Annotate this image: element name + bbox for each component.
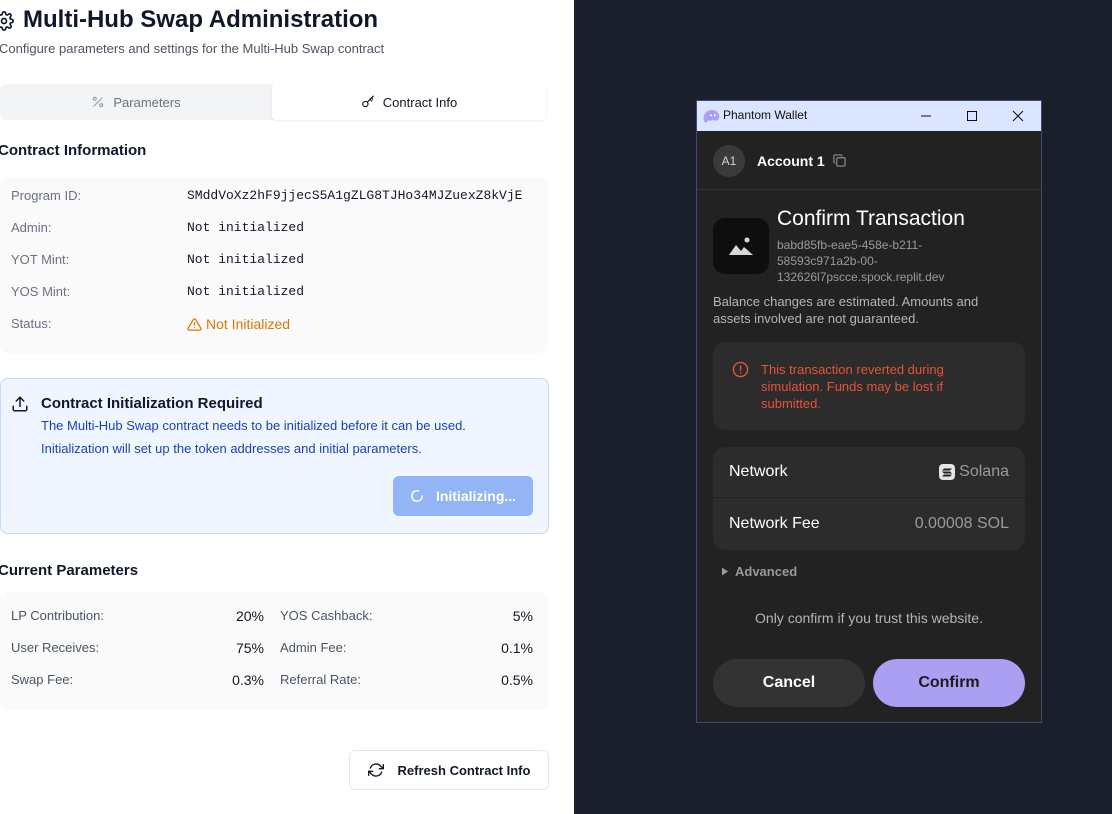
trust-notice: Only confirm if you trust this website.: [755, 610, 983, 626]
contract-info-heading: Contract Information: [0, 142, 147, 159]
percent-icon: [93, 96, 104, 108]
param-value: 5%: [512, 608, 533, 624]
info-label: Program ID:: [11, 188, 82, 203]
tab-contract-info[interactable]: Contract Info: [272, 84, 546, 120]
param-label: Admin Fee:: [280, 640, 347, 655]
param-value: 75%: [235, 640, 264, 656]
account-header: A1 Account 1: [697, 131, 1041, 190]
upload-icon: [12, 396, 28, 412]
network-fee-row: Network Fee 0.00008 SOL: [713, 499, 1025, 550]
warning-text: This transaction reverted during: [761, 362, 944, 377]
param-row: User Receives: 75%: [11, 640, 264, 660]
confirm-button[interactable]: Confirm: [873, 659, 1025, 707]
current-parameters-heading: Current Parameters: [0, 562, 139, 579]
param-label: LP Contribution:: [11, 608, 104, 623]
account-name[interactable]: Account 1: [757, 153, 825, 169]
close-button[interactable]: [995, 101, 1041, 131]
param-value: 0.3%: [232, 672, 264, 688]
network-details: Network Solana Network Fee 0.00008 SOL: [713, 447, 1025, 550]
param-value: 0.5%: [501, 672, 533, 688]
spinner-icon: [410, 490, 423, 502]
param-label: Swap Fee:: [11, 672, 74, 687]
param-row: Referral Rate: 0.5%: [280, 672, 533, 692]
status-text: Not Initialized: [206, 316, 291, 332]
init-notice-title: Contract Initialization Required: [41, 395, 263, 412]
init-notice-text: Initialization will set up the token add…: [41, 441, 422, 456]
maximize-button[interactable]: [949, 101, 995, 131]
param-label: Referral Rate:: [280, 672, 361, 687]
current-parameters-card: LP Contribution: 20% User Receives: 75% …: [0, 592, 548, 710]
page-subtitle: Configure parameters and settings for th…: [0, 41, 385, 56]
phantom-wallet-window: Phantom Wallet A1 Account 1 Confirm Tran…: [696, 100, 1042, 723]
program-id-value: SMddVoXz2hF9jjecS5A1gZLG8TJHo34MJZuexZ8k…: [187, 188, 523, 203]
network-value: Solana: [939, 463, 1009, 481]
param-value: 0.1%: [501, 640, 533, 656]
initialization-notice: Contract Initialization Required The Mul…: [0, 378, 549, 534]
balance-notice: assets involved are not guaranteed.: [713, 311, 919, 326]
network-fee-label: Network Fee: [729, 515, 820, 532]
close-icon: [1012, 110, 1024, 122]
origin-url: 132626l7pscce.spock.replit.dev: [777, 270, 945, 284]
window-titlebar[interactable]: Phantom Wallet: [697, 101, 1041, 131]
balance-notice: Balance changes are estimated. Amounts a…: [713, 294, 979, 309]
network-name: Solana: [959, 463, 1009, 480]
yot-mint-value: Not initialized: [187, 252, 305, 267]
dapp-image-icon: [713, 218, 769, 274]
page-title: Multi-Hub Swap Administration: [23, 6, 379, 33]
param-row: Admin Fee: 0.1%: [280, 640, 533, 660]
caret-right-icon: [722, 567, 728, 576]
param-row: Swap Fee: 0.3%: [11, 672, 264, 692]
param-label: User Receives:: [11, 640, 100, 655]
warning-text: submitted.: [761, 396, 821, 411]
info-label: YOT Mint:: [11, 252, 70, 267]
avatar[interactable]: A1: [713, 145, 745, 177]
initialize-button[interactable]: Initializing...: [393, 476, 533, 516]
warning-text: simulation. Funds may be lost if: [761, 379, 944, 394]
refresh-icon: [367, 763, 384, 777]
cancel-button[interactable]: Cancel: [713, 659, 865, 707]
tab-contract-info-label: Contract Info: [382, 94, 458, 110]
image-icon: [729, 237, 753, 255]
yos-mint-value: Not initialized: [187, 284, 305, 299]
copy-icon[interactable]: [833, 154, 846, 167]
advanced-toggle[interactable]: Advanced: [721, 564, 797, 579]
init-notice-text: The Multi-Hub Swap contract needs to be …: [41, 418, 466, 433]
tab-parameters[interactable]: Parameters: [0, 84, 272, 120]
simulation-warning: This transaction reverted during simulat…: [713, 342, 1025, 430]
phantom-logo-icon: [703, 110, 720, 123]
param-value: 20%: [235, 608, 264, 624]
refresh-button-label: Refresh Contract Info: [397, 762, 531, 778]
param-row: YOS Cashback: 5%: [280, 608, 533, 628]
network-row: Network Solana: [713, 447, 1025, 498]
info-label: Admin:: [11, 220, 52, 235]
info-label: YOS Mint:: [11, 284, 71, 299]
tab-bar: Parameters Contract Info: [0, 84, 546, 120]
info-label: Status:: [11, 316, 52, 331]
maximize-icon: [967, 111, 977, 121]
minimize-icon: [921, 115, 931, 117]
gear-icon: [0, 11, 14, 31]
warning-triangle-icon: [187, 317, 202, 331]
param-label: YOS Cashback:: [280, 608, 373, 623]
origin-url: 58593c971a2b-00-: [777, 254, 878, 268]
network-label: Network: [729, 463, 788, 480]
admin-panel: Multi-Hub Swap Administration Configure …: [0, 0, 574, 814]
window-title: Phantom Wallet: [723, 108, 808, 122]
admin-value: Not initialized: [187, 220, 305, 235]
tab-parameters-label: Parameters: [113, 94, 181, 110]
minimize-button[interactable]: [903, 101, 949, 131]
initialize-button-label: Initializing...: [435, 488, 517, 504]
contract-info-card: Program ID: SMddVoXz2hF9jjecS5A1gZLG8TJH…: [0, 177, 548, 353]
key-icon: [361, 95, 374, 108]
confirm-transaction-heading: Confirm Transaction: [777, 207, 965, 230]
advanced-label: Advanced: [735, 564, 798, 579]
alert-circle-icon: [732, 361, 749, 378]
origin-url: babd85fb-eae5-458e-b211-: [777, 238, 923, 252]
param-row: LP Contribution: 20%: [11, 608, 264, 628]
solana-icon: [939, 464, 956, 480]
refresh-contract-info-button[interactable]: Refresh Contract Info: [349, 750, 549, 790]
network-fee-value: 0.00008 SOL: [914, 515, 1009, 532]
status-badge: Not Initialized: [187, 316, 290, 332]
